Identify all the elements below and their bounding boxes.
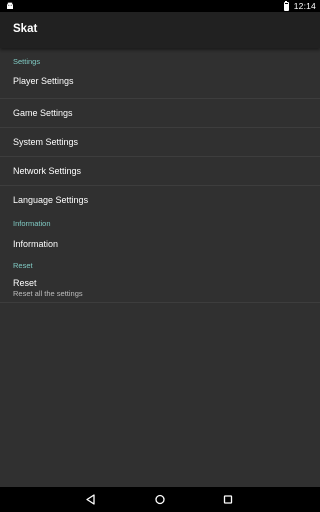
pref-item-system-settings[interactable]: System Settings — [0, 128, 320, 157]
pref-item-player-settings[interactable]: Player Settings — [0, 69, 320, 99]
pref-title: Player Settings — [13, 76, 74, 86]
pref-item-information[interactable]: Information — [0, 230, 320, 259]
navigation-bar — [0, 487, 320, 512]
section-header-settings: Settings — [13, 57, 41, 66]
app-bar: Skat — [0, 12, 320, 48]
pref-title: Network Settings — [13, 166, 82, 176]
status-right-group: 12:14 — [283, 0, 316, 12]
status-clock: 12:14 — [293, 1, 316, 11]
pref-summary: Reset all the settings — [13, 289, 83, 298]
pref-item-reset[interactable]: Reset Reset all the settings — [0, 272, 320, 303]
battery-icon — [283, 0, 289, 11]
section-header-information: Information — [13, 219, 51, 228]
section-header-reset: Reset — [13, 261, 33, 270]
pref-title: System Settings — [13, 137, 79, 147]
pref-title: Language Settings — [13, 195, 89, 205]
back-icon[interactable] — [81, 487, 101, 512]
pref-title: Reset — [13, 278, 37, 288]
settings-screen: 12:14 Skat Settings Player Settings Game… — [0, 0, 320, 512]
home-icon[interactable] — [150, 487, 170, 512]
app-title: Skat — [13, 23, 38, 35]
pref-item-network-settings[interactable]: Network Settings — [0, 157, 320, 186]
android-debug-icon — [5, 1, 15, 11]
recents-icon[interactable] — [218, 487, 238, 512]
pref-item-language-settings[interactable]: Language Settings — [0, 186, 320, 215]
divider — [0, 302, 320, 303]
pref-title: Game Settings — [13, 108, 73, 118]
status-bar: 12:14 — [0, 0, 320, 12]
settings-list: Settings Player Settings Game Settings S… — [0, 48, 320, 303]
pref-item-game-settings[interactable]: Game Settings — [0, 99, 320, 128]
pref-title: Information — [13, 239, 59, 249]
